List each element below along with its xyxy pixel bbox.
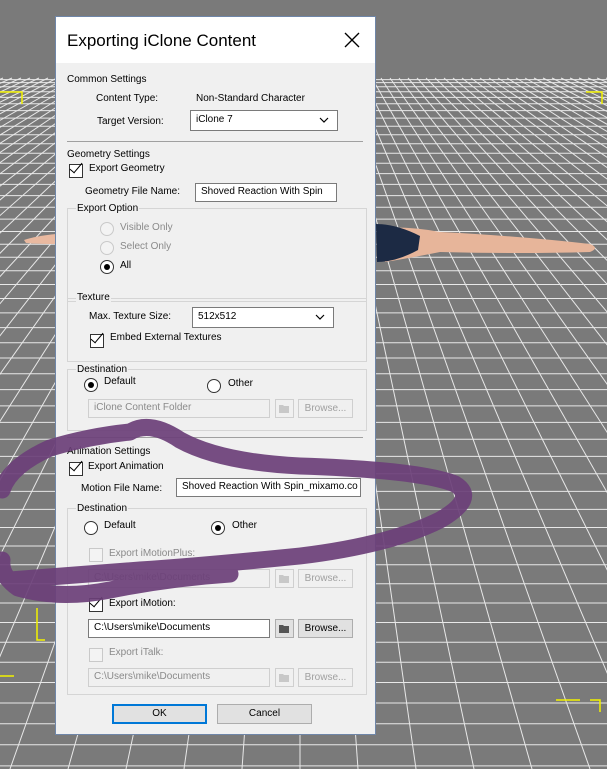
export-option-group (67, 208, 367, 302)
embed-textures-label: Embed External Textures (110, 332, 222, 343)
max-texture-size-select[interactable]: 512x512 (192, 307, 334, 328)
grid-line (434, 77, 607, 241)
folder-icon[interactable] (275, 668, 294, 687)
export-imotionplus-label: Export iMotionPlus: (109, 548, 196, 559)
grid-line (0, 77, 49, 103)
dialog-title: Exporting iClone Content (67, 31, 257, 50)
motion-file-name-label: Motion File Name: (81, 483, 163, 494)
folder-icon[interactable] (275, 569, 294, 588)
all-label: All (120, 260, 132, 271)
motion-file-name-input[interactable]: Shoved Reaction With Spin_mixamo.co (176, 478, 361, 497)
geometry-file-name-label: Geometry File Name: (85, 186, 181, 197)
folder-icon[interactable] (275, 399, 294, 418)
target-version-value: iClone 7 (196, 114, 233, 125)
export-animation-checkbox[interactable] (69, 462, 83, 476)
geometry-destination-heading: Destination (76, 364, 129, 375)
export-geometry-label: Export Geometry (89, 163, 165, 174)
animation-other-radio[interactable] (211, 521, 225, 535)
geometry-file-name-input[interactable]: Shoved Reaction With Spin (195, 183, 337, 202)
geometry-other-radio[interactable] (207, 379, 221, 393)
grid-line (371, 77, 607, 494)
target-version-label: Target Version: (97, 116, 164, 127)
embed-textures-checkbox[interactable] (90, 334, 104, 348)
grid-line (488, 77, 607, 158)
grid-line (0, 77, 4, 80)
divider (67, 437, 363, 438)
export-imotionplus-checkbox[interactable] (89, 548, 103, 562)
target-version-select[interactable]: iClone 7 (190, 110, 338, 131)
animation-default-label: Default (104, 520, 136, 531)
export-imotion-label: Export iMotion: (109, 598, 176, 609)
animation-settings-heading: Animation Settings (67, 446, 151, 457)
export-italk-checkbox[interactable] (89, 648, 103, 662)
italk-path-input[interactable]: C:\Users\mike\Documents (88, 668, 270, 687)
geometry-settings-heading: Geometry Settings (67, 149, 150, 160)
grid-line (452, 77, 607, 207)
export-option-heading: Export Option (76, 203, 140, 214)
grid-line (0, 77, 31, 93)
ok-button[interactable]: OK (112, 704, 207, 724)
content-type-label: Content Type: (96, 93, 159, 104)
visible-only-label: Visible Only (120, 222, 173, 233)
grid-line (443, 77, 607, 223)
common-settings-heading: Common Settings (67, 74, 147, 85)
export-dialog: Exporting iClone Content Common Settings… (55, 16, 376, 735)
animation-other-label: Other (232, 520, 258, 531)
geometry-other-label: Other (228, 378, 254, 389)
geometry-browse-button[interactable]: Browse... (298, 399, 353, 418)
grid-line (551, 77, 607, 107)
export-italk-label: Export iTalk: (109, 647, 164, 658)
grid-line (470, 77, 607, 180)
geometry-folder-input[interactable]: iClone Content Folder (88, 399, 270, 418)
max-texture-size-value: 512x512 (198, 311, 237, 322)
max-texture-size-label: Max. Texture Size: (89, 311, 172, 322)
close-icon[interactable] (339, 27, 365, 53)
grid-line (0, 77, 22, 89)
export-geometry-checkbox[interactable] (69, 164, 83, 178)
character-hand-left (24, 234, 56, 244)
grid-line (479, 77, 607, 169)
title-bar: Exporting iClone Content (56, 17, 375, 63)
texture-heading: Texture (76, 292, 111, 303)
grid-line (506, 77, 607, 140)
grid-line (362, 77, 607, 571)
imotionplus-browse-button[interactable]: Browse... (298, 569, 353, 588)
divider (67, 141, 363, 142)
export-animation-label: Export Animation (88, 461, 164, 472)
grid-line (542, 77, 607, 112)
grid-line (353, 77, 607, 674)
grid-line (497, 77, 607, 149)
animation-default-radio[interactable] (84, 521, 98, 535)
imotionplus-path-input[interactable]: C:\Users\mike\Documents (88, 569, 270, 588)
animation-destination-heading: Destination (76, 503, 129, 514)
imotion-browse-button[interactable]: Browse... (298, 619, 353, 638)
content-type-value: Non-Standard Character (196, 93, 305, 104)
all-radio[interactable] (100, 260, 114, 274)
chevron-down-icon (319, 117, 329, 123)
grid-line (0, 77, 58, 109)
grid-line (389, 77, 607, 385)
geometry-default-label: Default (104, 376, 136, 387)
folder-icon[interactable] (275, 619, 294, 638)
grid-line (407, 77, 607, 313)
chevron-down-icon (315, 314, 325, 320)
visible-only-radio[interactable] (100, 222, 114, 236)
grid-line (425, 77, 607, 262)
imotion-path-input[interactable]: C:\Users\mike\Documents (88, 619, 270, 638)
select-only-radio[interactable] (100, 241, 114, 255)
select-only-label: Select Only (120, 241, 172, 252)
geometry-default-radio[interactable] (84, 378, 98, 392)
italk-browse-button[interactable]: Browse... (298, 668, 353, 687)
export-imotion-checkbox[interactable] (89, 598, 103, 612)
cancel-button[interactable]: Cancel (217, 704, 312, 724)
grid-line (344, 77, 591, 769)
grid-line (578, 77, 607, 92)
